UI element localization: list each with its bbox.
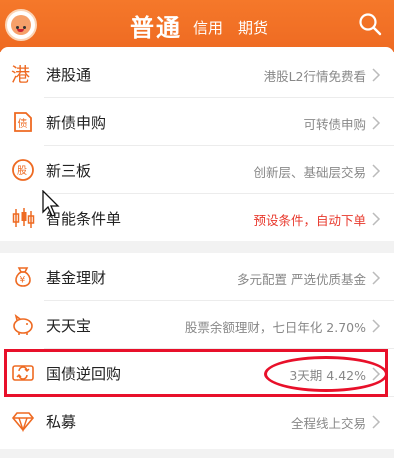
- list-item-hk-connect[interactable]: 港 港股通 港股L2行情免费看: [0, 50, 394, 98]
- svg-text:债: 债: [18, 117, 28, 130]
- money-bag-icon: ¥: [15, 267, 31, 287]
- tab-credit[interactable]: 信用: [193, 17, 223, 38]
- item-label: 新三板: [46, 162, 92, 180]
- stock-board-icon: 股: [12, 159, 34, 181]
- chevron-right-icon: [372, 164, 381, 178]
- chevron-right-icon: [372, 212, 381, 226]
- item-desc: 可转债申购: [303, 117, 366, 132]
- chevron-right-icon: [372, 319, 381, 333]
- svg-text:港: 港: [11, 64, 30, 86]
- svg-text:¥: ¥: [20, 276, 26, 286]
- list-item-tiantianbao[interactable]: 天天宝 股票余额理财，七日年化 2.70%: [0, 301, 394, 349]
- item-desc: 创新层、基础层交易: [253, 165, 366, 180]
- chevron-right-icon: [372, 271, 381, 285]
- item-desc: 港股L2行情免费看: [263, 69, 366, 84]
- chevron-right-icon: [372, 415, 381, 429]
- chevron-right-icon: [372, 116, 381, 130]
- item-label: 港股通: [46, 66, 92, 84]
- item-label: 私募: [46, 413, 77, 431]
- list-item-fund[interactable]: ¥ 基金理财 多元配置 严选优质基金: [0, 253, 394, 301]
- item-desc: 多元配置 严选优质基金: [237, 272, 366, 287]
- item-desc: 全程线上交易: [290, 416, 366, 431]
- avatar[interactable]: [5, 9, 37, 41]
- mouse-cursor-icon: [42, 190, 60, 217]
- mascot-icon: [11, 15, 31, 35]
- list-item-private-fund[interactable]: 私募 全程线上交易: [0, 397, 394, 445]
- tab-futures[interactable]: 期货: [238, 17, 268, 38]
- svg-text:股: 股: [17, 165, 27, 177]
- candlestick-icon: [12, 208, 35, 228]
- tab-normal[interactable]: 普通: [130, 8, 182, 43]
- item-desc: 股票余额理财，七日年化 2.70%: [184, 320, 366, 335]
- bond-icon: 债: [14, 112, 32, 132]
- diamond-icon: [11, 412, 35, 433]
- item-desc: 预设条件，自动下单: [253, 213, 366, 228]
- piggy-bank-icon: [13, 314, 33, 335]
- item-label: 天天宝: [46, 317, 92, 335]
- hk-char-icon: 港: [11, 64, 30, 86]
- chevron-right-icon: [372, 68, 381, 82]
- item-label: 基金理财: [46, 269, 107, 287]
- list-item-new-bond[interactable]: 债 新债申购 可转债申购: [0, 98, 394, 146]
- top-bar: 普通 信用 期货: [0, 0, 394, 52]
- highlight-ellipse: [264, 356, 388, 392]
- item-label: 新债申购: [46, 114, 107, 132]
- search-icon[interactable]: [358, 12, 382, 36]
- list-item-neeq[interactable]: 股 新三板 创新层、基础层交易: [0, 146, 394, 194]
